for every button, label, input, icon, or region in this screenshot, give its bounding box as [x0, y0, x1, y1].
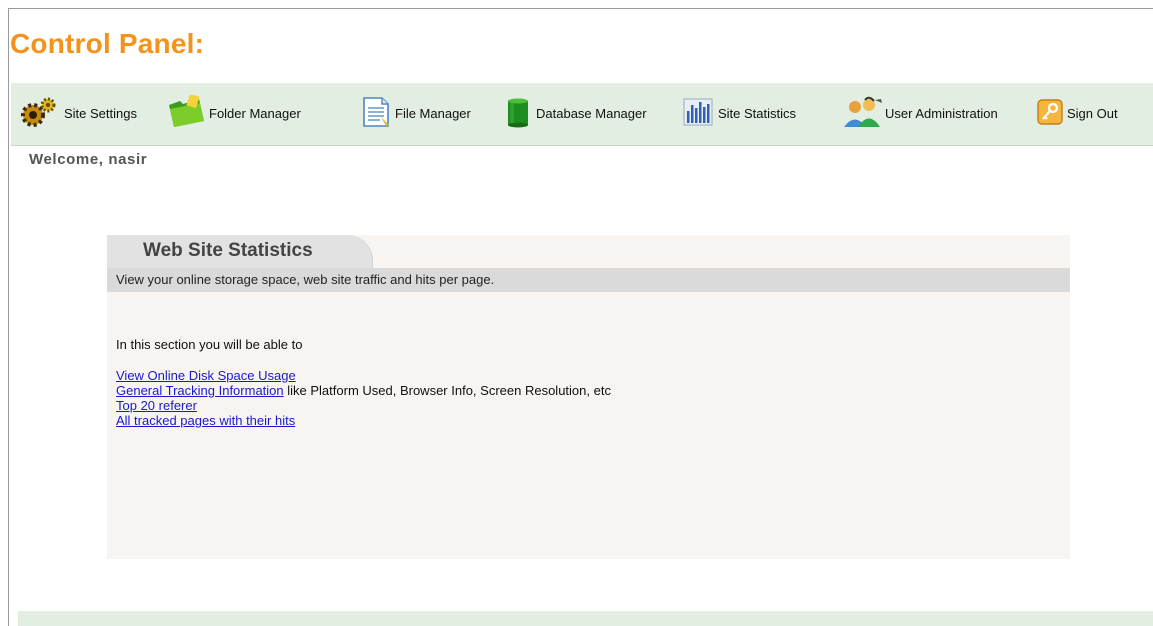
link-disk-space-usage[interactable]: View Online Disk Space Usage	[116, 368, 296, 383]
link-row: General Tracking Information like Platfo…	[116, 383, 611, 398]
key-icon	[1036, 98, 1064, 129]
nav-item-file-manager[interactable]: File Manager	[358, 93, 471, 133]
footer-bar	[18, 611, 1153, 626]
link-suffix-text: like Platform Used, Browser Info, Screen…	[283, 383, 611, 398]
link-general-tracking[interactable]: General Tracking Information	[116, 383, 284, 398]
statistics-panel: Web Site Statistics View your online sto…	[107, 235, 1070, 559]
nav-item-site-statistics[interactable]: Site Statistics	[681, 93, 796, 133]
panel-tab: Web Site Statistics	[107, 235, 372, 268]
panel-description: View your online storage space, web site…	[107, 268, 1070, 292]
statistics-links: View Online Disk Space Usage General Tra…	[116, 368, 611, 428]
folder-icon	[166, 93, 206, 132]
nav-label-site-settings: Site Settings	[64, 105, 137, 121]
nav-bar: Site Settings Folder Manager File Manage	[11, 83, 1153, 146]
section-intro: In this section you will be able to	[116, 337, 303, 352]
nav-label-sign-out: Sign Out	[1067, 105, 1118, 121]
link-row: View Online Disk Space Usage	[116, 368, 611, 383]
nav-item-folder-manager[interactable]: Folder Manager	[166, 93, 301, 133]
welcome-message: Welcome, nasir	[29, 151, 148, 168]
nav-item-user-administration[interactable]: User Administration	[841, 93, 998, 133]
database-icon	[503, 96, 533, 131]
nav-label-user-administration: User Administration	[885, 105, 998, 121]
nav-item-database-manager[interactable]: Database Manager	[503, 93, 647, 133]
nav-item-sign-out[interactable]: Sign Out	[1036, 93, 1118, 133]
nav-label-folder-manager: Folder Manager	[209, 105, 301, 121]
link-tracked-pages[interactable]: All tracked pages with their hits	[116, 413, 295, 428]
bar-chart-icon	[681, 95, 715, 132]
document-icon	[358, 95, 392, 132]
page-title: Control Panel:	[10, 28, 205, 59]
link-row: All tracked pages with their hits	[116, 413, 611, 428]
nav-label-database-manager: Database Manager	[536, 105, 647, 121]
gears-icon	[19, 97, 61, 130]
link-row: Top 20 referer	[116, 398, 611, 413]
panel-title: Web Site Statistics	[143, 240, 313, 261]
link-top-referer[interactable]: Top 20 referer	[116, 398, 197, 413]
nav-label-site-statistics: Site Statistics	[718, 105, 797, 121]
users-icon	[841, 95, 885, 132]
nav-label-file-manager: File Manager	[395, 105, 471, 121]
nav-item-site-settings[interactable]: Site Settings	[19, 93, 137, 133]
